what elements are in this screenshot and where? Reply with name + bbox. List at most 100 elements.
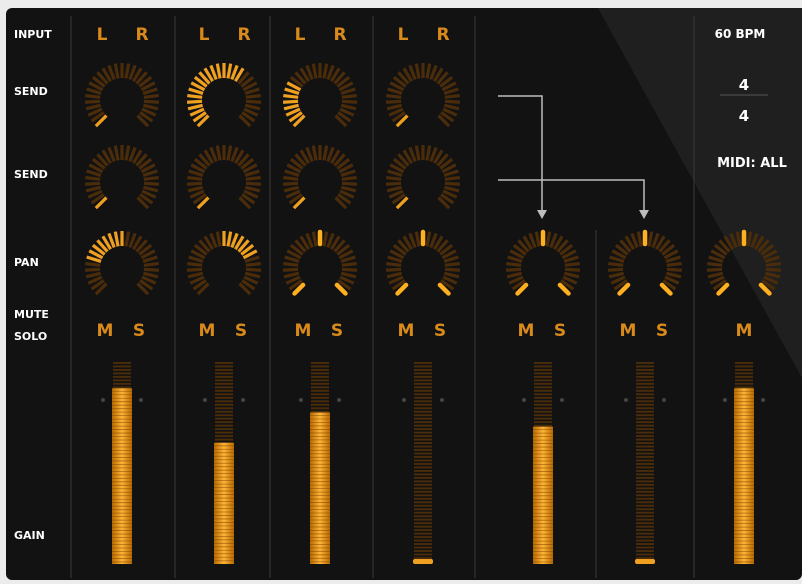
fader-tick — [636, 490, 654, 493]
input-right-button[interactable]: R — [237, 25, 250, 45]
fader-tick — [414, 539, 432, 542]
label-gain: GAIN — [14, 529, 45, 542]
fader-tick — [311, 382, 329, 385]
fader-tick — [636, 400, 654, 403]
input-left-button[interactable]: L — [398, 25, 409, 45]
solo-button[interactable]: S — [235, 321, 247, 341]
fader-tick — [534, 362, 552, 364]
fader-dot-left — [101, 398, 105, 402]
solo-button[interactable]: S — [331, 321, 343, 341]
knob-tick — [666, 267, 683, 272]
fader-tick — [534, 386, 552, 389]
midi-channel-display[interactable]: MIDI: ALL — [717, 156, 787, 171]
fader-tick — [215, 428, 233, 431]
fader-tick — [414, 438, 432, 441]
tempo-display[interactable]: 60 BPM — [715, 27, 766, 41]
fader-dot-right — [337, 398, 341, 402]
fader-tick — [534, 400, 552, 403]
knob-tick — [385, 99, 402, 104]
fader-tick — [534, 393, 552, 396]
fader-tick — [414, 480, 432, 483]
fader-tick — [636, 546, 654, 549]
fader-tick — [414, 365, 432, 368]
fader-tick — [636, 508, 654, 511]
fader-dot-right — [761, 398, 765, 402]
fader-tick — [636, 375, 654, 378]
fader-tick — [215, 435, 233, 438]
fader-tick — [636, 379, 654, 382]
fader-tick — [113, 386, 131, 389]
fader-tick — [414, 382, 432, 385]
input-right-button[interactable]: R — [135, 25, 148, 45]
fader-tick — [215, 379, 233, 382]
fader-tick — [636, 543, 654, 546]
mute-button[interactable]: M — [398, 321, 415, 341]
solo-button[interactable]: S — [434, 321, 446, 341]
fader-tick — [735, 368, 753, 371]
fader-tick — [636, 532, 654, 535]
knob-tick — [505, 267, 522, 272]
knob-tick — [245, 261, 261, 267]
mute-button[interactable]: M — [97, 321, 114, 341]
fader-tick — [636, 445, 654, 448]
knob-tick — [385, 181, 402, 186]
fader-tick — [311, 362, 329, 364]
mute-button[interactable]: M — [295, 321, 312, 341]
fader-tick — [215, 393, 233, 396]
fader-tick — [735, 372, 753, 375]
fader-tick — [534, 407, 552, 410]
fader-tick — [113, 372, 131, 375]
fader-tick — [414, 476, 432, 479]
fader-tick — [113, 382, 131, 385]
fader-tick — [636, 557, 654, 559]
fader-dot-left — [624, 398, 628, 402]
fader-tick — [414, 515, 432, 518]
knob-tick — [666, 261, 682, 267]
knob-tick — [187, 175, 203, 181]
input-left-button[interactable]: L — [295, 25, 306, 45]
fader-dot-left — [402, 398, 406, 402]
fader-tick — [414, 522, 432, 525]
return-mute-button[interactable]: M — [518, 321, 535, 341]
return-solo-button[interactable]: S — [656, 321, 668, 341]
fader-tick — [636, 421, 654, 424]
fader-tick — [636, 389, 654, 392]
input-right-button[interactable]: R — [333, 25, 346, 45]
solo-button[interactable]: S — [133, 321, 145, 341]
fader-tick — [735, 362, 753, 364]
time-signature-numerator[interactable]: 4 — [739, 76, 749, 94]
master-mute-button[interactable]: M — [736, 321, 753, 341]
fader-tick — [215, 407, 233, 410]
fader-tick — [414, 442, 432, 445]
input-left-button[interactable]: L — [97, 25, 108, 45]
fader-tick — [636, 368, 654, 371]
fader-tick — [636, 410, 654, 413]
fader-tick — [636, 522, 654, 525]
fader-tick — [534, 375, 552, 378]
time-signature-denominator[interactable]: 4 — [739, 107, 749, 125]
fader-tick — [636, 529, 654, 532]
fader-tick — [113, 375, 131, 378]
fader-tick — [215, 382, 233, 385]
fader-tick — [414, 396, 432, 399]
fader-tick — [636, 494, 654, 497]
return-solo-button[interactable]: S — [554, 321, 566, 341]
knob-tick — [444, 93, 460, 99]
fader-tick — [311, 403, 329, 406]
mute-button[interactable]: M — [199, 321, 216, 341]
input-left-button[interactable]: L — [199, 25, 210, 45]
fader-tick — [311, 396, 329, 399]
fader-dot-left — [203, 398, 207, 402]
fader-tick — [636, 473, 654, 476]
fader-tick — [414, 362, 432, 364]
fader-tick — [534, 382, 552, 385]
knob-tick — [283, 175, 299, 181]
knob-tick — [341, 93, 357, 99]
fader-tick — [636, 550, 654, 552]
label-send-2: SEND — [14, 168, 48, 181]
input-right-button[interactable]: R — [436, 25, 449, 45]
fader-tick — [215, 421, 233, 424]
return-mute-button[interactable]: M — [620, 321, 637, 341]
knob-tick — [85, 261, 101, 267]
fader-tick — [636, 483, 654, 486]
